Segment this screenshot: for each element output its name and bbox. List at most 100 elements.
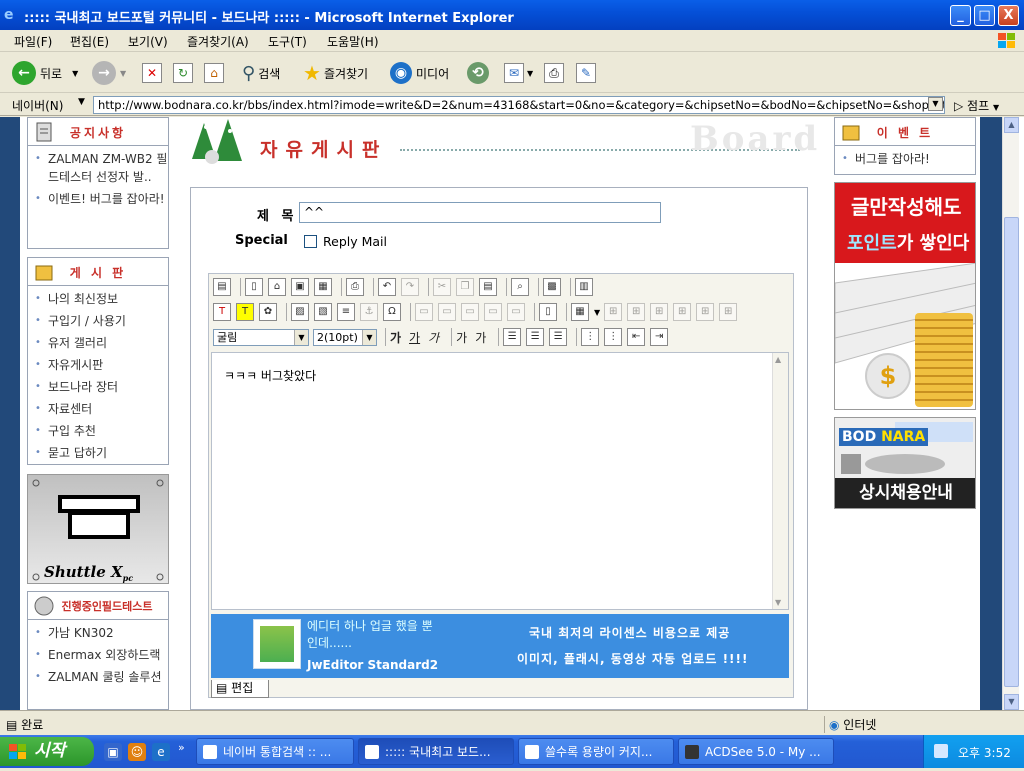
notice-item[interactable]: ZALMAN ZM-WB2 필드테스터 선정자 발.. bbox=[28, 150, 168, 186]
paste-icon[interactable]: ▤ bbox=[479, 278, 497, 296]
print-button[interactable]: ⎙ bbox=[544, 60, 567, 86]
mail-button[interactable]: ✉ ▼ bbox=[504, 60, 533, 86]
history-button[interactable]: ⟲ bbox=[467, 60, 493, 86]
favorites-button[interactable]: ★ 즐겨찾기 bbox=[303, 60, 368, 86]
jump-button[interactable]: ▷ 점프 ▼ bbox=[954, 97, 999, 114]
refresh-button[interactable]: ↻ bbox=[173, 60, 196, 86]
bullet-list-icon[interactable]: ⋮ bbox=[604, 328, 623, 346]
palette-icon[interactable]: ✿ bbox=[259, 303, 277, 321]
minimize-button[interactable]: _ bbox=[950, 5, 971, 26]
fieldtest-item[interactable]: ZALMAN 쿨링 솔루션 bbox=[28, 668, 168, 686]
close-button[interactable]: X bbox=[998, 5, 1019, 26]
undo-icon[interactable]: ↶ bbox=[378, 278, 396, 296]
table-op-icon[interactable]: ⊞ bbox=[719, 303, 738, 321]
image-icon[interactable]: ▨ bbox=[291, 303, 309, 321]
quicklaunch-messenger-icon[interactable]: ☺ bbox=[128, 743, 146, 761]
copy-icon[interactable]: ❐ bbox=[456, 278, 474, 296]
ordered-list-icon[interactable]: ⋮ bbox=[581, 328, 600, 346]
layer-icon[interactable]: ▭ bbox=[438, 303, 456, 321]
scroll-up-icon[interactable]: ▲ bbox=[1004, 117, 1019, 133]
taskbar-item[interactable]: 네이버 통합검색 :: ... bbox=[196, 738, 354, 765]
jweditor-banner[interactable]: 에디터 하나 업글 했을 뿐인데...... JwEditor Standard… bbox=[211, 614, 789, 678]
taskbar-item[interactable]: 쓸수록 용량이 커지... bbox=[518, 738, 674, 765]
save-as-icon[interactable]: ▦ bbox=[314, 278, 332, 296]
save-icon[interactable]: ▣ bbox=[291, 278, 309, 296]
address-label-dropdown-icon[interactable]: ▼ bbox=[78, 97, 85, 107]
recruit-ad-banner[interactable]: BOD NARA 상시채용안내 bbox=[834, 417, 976, 509]
underline-button[interactable]: 가 bbox=[409, 329, 420, 346]
home-button[interactable]: ⌂ bbox=[204, 60, 227, 86]
board-menu-item[interactable]: 유저 갤러리 bbox=[28, 334, 168, 352]
hr-icon[interactable]: ≡ bbox=[337, 303, 355, 321]
highlight-color-icon[interactable]: T bbox=[236, 303, 254, 321]
board-menu-item[interactable]: 자유게시판 bbox=[28, 356, 168, 374]
back-dropdown-icon[interactable]: ▼ bbox=[72, 69, 78, 78]
quicklaunch-more-icon[interactable]: » bbox=[178, 741, 185, 754]
table-icon[interactable]: ▦ bbox=[571, 303, 589, 321]
preview-icon[interactable]: ▩ bbox=[543, 278, 561, 296]
special-char-icon[interactable]: Ω bbox=[383, 303, 401, 321]
taskbar-item-active[interactable]: ::::: 국내최고 보드... bbox=[358, 738, 514, 765]
font-select[interactable]: 굴림 ▼ bbox=[213, 328, 309, 346]
edit-page-button[interactable]: ✎ bbox=[576, 60, 599, 86]
editor-scrollbar[interactable]: ▲ ▼ bbox=[772, 353, 788, 609]
scroll-up-icon[interactable]: ▲ bbox=[775, 355, 781, 364]
menu-help[interactable]: 도움말(H) bbox=[327, 33, 379, 50]
scroll-down-icon[interactable]: ▼ bbox=[775, 598, 781, 607]
window-titlebar[interactable]: e ::::: 국내최고 보드포털 커뮤니티 - 보드나라 ::::: - Mi… bbox=[0, 0, 1024, 30]
bold-button[interactable]: 가 bbox=[390, 329, 401, 346]
subscript-button[interactable]: 가 bbox=[475, 329, 486, 346]
new-doc-icon[interactable]: ▯ bbox=[245, 278, 263, 296]
maximize-button[interactable]: □ bbox=[974, 5, 995, 26]
align-left-icon[interactable]: ☰ bbox=[503, 328, 522, 346]
quicklaunch-desktop-icon[interactable]: ▣ bbox=[104, 743, 122, 761]
forward-dropdown-icon[interactable]: ▼ bbox=[120, 69, 126, 78]
outdent-icon[interactable]: ⇤ bbox=[627, 328, 646, 346]
notice-item[interactable]: 이벤트! 버그를 잡아라! bbox=[28, 190, 168, 208]
fieldtest-item[interactable]: Enermax 외장하드랙 bbox=[28, 646, 168, 664]
address-dropdown-button[interactable]: ▼ bbox=[928, 97, 943, 111]
mail-dropdown-icon[interactable]: ▼ bbox=[527, 69, 533, 78]
board-menu-item[interactable]: 보드나라 장터 bbox=[28, 378, 168, 396]
shuttle-ad[interactable]: Shuttle Xpc bbox=[27, 474, 169, 584]
frame-icon[interactable]: ▯ bbox=[539, 303, 557, 321]
event-item[interactable]: 버그를 잡아라! bbox=[835, 150, 975, 168]
table-dropdown-icon[interactable]: ▼ bbox=[594, 308, 600, 317]
board-menu-item[interactable]: 구입기 / 사용기 bbox=[28, 312, 168, 330]
table-op-icon[interactable]: ⊞ bbox=[696, 303, 715, 321]
open-folder-icon[interactable]: ⌂ bbox=[268, 278, 286, 296]
table-op-icon[interactable]: ⊞ bbox=[650, 303, 669, 321]
find-icon[interactable]: ⌕ bbox=[511, 278, 529, 296]
board-menu-item[interactable]: 구입 추천 bbox=[28, 422, 168, 440]
menu-favorites[interactable]: 즐겨찾기(A) bbox=[187, 33, 249, 50]
scroll-down-icon[interactable]: ▼ bbox=[1004, 694, 1019, 710]
text-color-icon[interactable]: T bbox=[213, 303, 231, 321]
menu-view[interactable]: 보기(V) bbox=[128, 33, 168, 50]
clock[interactable]: 오후 3:52 bbox=[958, 744, 1011, 761]
point-ad-banner[interactable]: 글만작성해도 포인트가 쌓인다 $ bbox=[834, 182, 976, 410]
forward-button[interactable]: → ▼ bbox=[92, 60, 126, 86]
align-right-icon[interactable]: ☰ bbox=[549, 328, 568, 346]
quicklaunch-ie-icon[interactable]: e bbox=[152, 743, 170, 761]
editor-body[interactable]: ㅋㅋㅋ 버그찾았다 ▲ ▼ bbox=[211, 352, 789, 610]
superscript-button[interactable]: 가 bbox=[456, 329, 467, 346]
layer-icon[interactable]: ▭ bbox=[415, 303, 433, 321]
source-icon[interactable]: ▥ bbox=[575, 278, 593, 296]
size-select[interactable]: 2(10pt) ▼ bbox=[313, 328, 377, 346]
table-op-icon[interactable]: ⊞ bbox=[604, 303, 623, 321]
search-button[interactable]: ⚲ 검색 bbox=[242, 60, 280, 86]
cut-icon[interactable]: ✂ bbox=[433, 278, 451, 296]
board-menu-item[interactable]: 묻고 답하기 bbox=[28, 444, 168, 462]
board-menu-item[interactable]: 자료센터 bbox=[28, 400, 168, 418]
board-menu-item[interactable]: 나의 최신정보 bbox=[28, 290, 168, 308]
indent-icon[interactable]: ⇥ bbox=[650, 328, 669, 346]
table-op-icon[interactable]: ⊞ bbox=[627, 303, 646, 321]
italic-button[interactable]: 가 bbox=[428, 329, 439, 346]
reply-mail-checkbox[interactable] bbox=[304, 235, 317, 248]
network-icon[interactable] bbox=[934, 744, 948, 758]
title-input[interactable]: ^^ bbox=[299, 202, 661, 223]
start-button[interactable]: 시작 bbox=[0, 737, 94, 766]
layer-icon[interactable]: ▭ bbox=[507, 303, 525, 321]
form-icon[interactable]: ▤ bbox=[213, 278, 231, 296]
menu-tools[interactable]: 도구(T) bbox=[268, 33, 307, 50]
